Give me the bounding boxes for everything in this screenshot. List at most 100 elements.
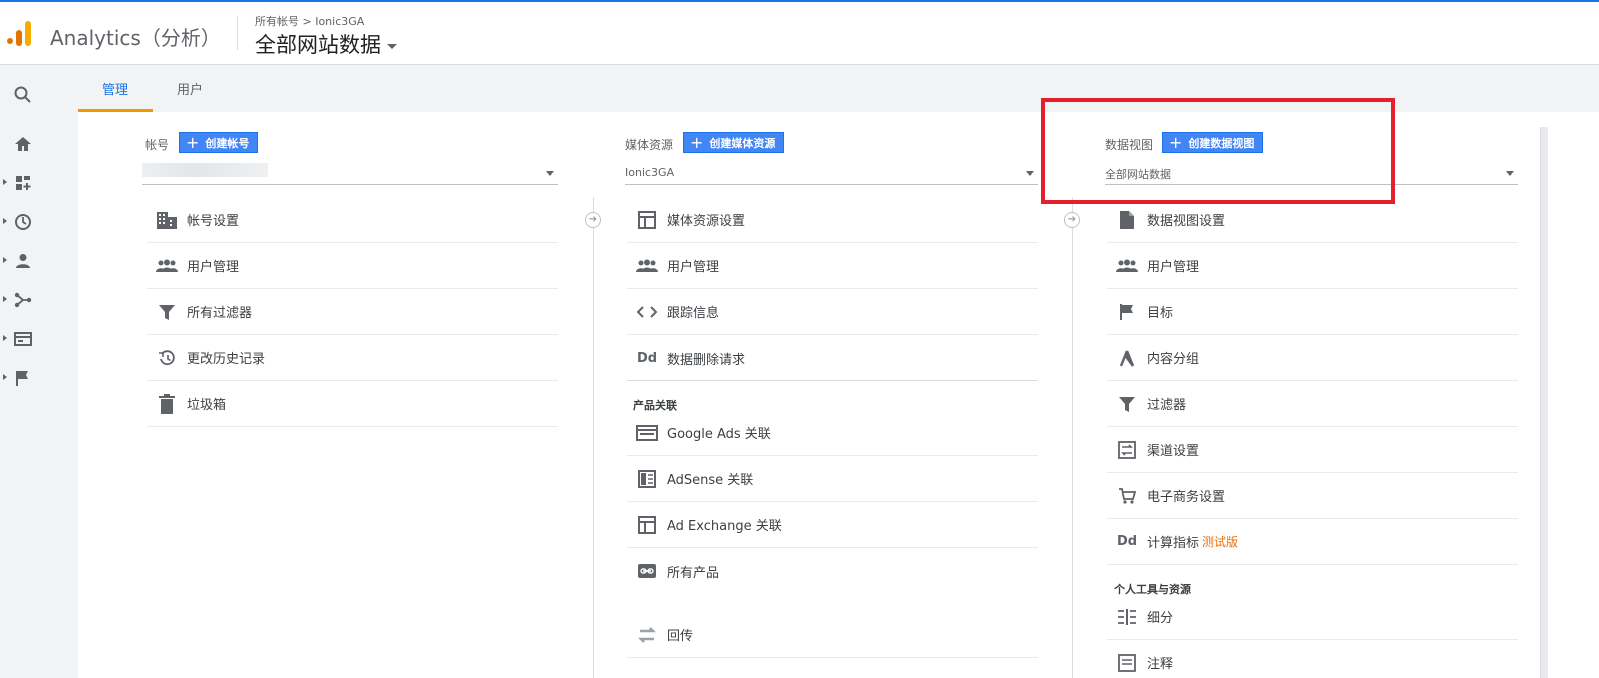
trash-icon [147,393,187,414]
google-ads-linking-item[interactable]: Google Ads 关联 [627,410,1038,456]
ecommerce-settings-item[interactable]: 电子商务设置 [1107,473,1518,519]
adsense-linking-label: AdSense 关联 [667,473,754,488]
expand-arrow-icon[interactable] [3,296,7,302]
all-filters-item[interactable]: 所有过滤器 [147,289,558,335]
scrollbar[interactable] [1540,127,1548,678]
app-title: Analytics（分析） [50,26,221,50]
analytics-logo-icon[interactable] [6,19,34,47]
goals-item[interactable]: 目标 [1107,289,1518,335]
google-ads-linking-label: Google Ads 关联 [667,427,771,442]
tracking-info-item[interactable]: 跟踪信息 [627,289,1038,335]
view-settings-label: 数据视图设置 [1147,214,1226,229]
layout-icon [627,210,667,230]
expand-arrow-icon[interactable] [3,257,7,263]
arrow-right-icon: ➔ [1064,212,1080,228]
content-grouping-item[interactable]: 内容分组 [1107,335,1518,381]
plus-icon: + [690,132,704,152]
dd-icon: Dd [636,350,658,366]
annotations-item[interactable]: 注释 [1107,640,1518,678]
arrow-right-icon: ➔ [585,212,601,228]
ads-icon [627,423,667,443]
all-products-label: 所有产品 [667,565,720,581]
channel-settings-item[interactable]: 渠道设置 [1107,427,1518,473]
document-icon [1107,210,1147,230]
property-settings-item[interactable]: 媒体资源设置 [627,197,1038,243]
search-icon[interactable] [13,85,33,105]
all-filters-label: 所有过滤器 [187,306,253,321]
annotations-label: 注释 [1147,657,1174,672]
behavior-icon[interactable] [13,329,33,349]
all-products-item[interactable]: 所有产品 [627,548,1038,594]
clock-icon[interactable] [13,212,33,232]
chevron-down-icon [387,43,397,49]
expand-arrow-icon[interactable] [3,335,7,341]
view-user-management-item[interactable]: 用户管理 [1107,243,1518,289]
column-separator [1072,197,1073,678]
adexchange-icon [627,515,667,535]
column-separator [593,197,594,678]
expand-arrow-icon[interactable] [3,218,7,224]
app-header: Analytics（分析） 所有帐号 > Ionic3GA 全部网站数据 [0,2,1599,65]
dashboard-icon[interactable] [13,173,33,193]
property-settings-label: 媒体资源设置 [667,214,746,229]
account-settings-item[interactable]: 帐号设置 [147,197,558,243]
trash-label: 垃圾箱 [187,398,227,413]
code-icon [627,302,667,322]
change-history-label: 更改历史记录 [187,352,266,367]
data-deletion-item[interactable]: Dd 数据删除请求 [627,335,1038,381]
segments-label: 细分 [1147,611,1174,626]
flag-icon[interactable] [13,368,33,388]
annotation-icon [1107,653,1147,673]
create-account-button[interactable]: + 创建帐号 [179,132,259,153]
ecommerce-settings-label: 电子商务设置 [1147,490,1226,505]
filters-item[interactable]: 过滤器 [1107,381,1518,427]
account-select[interactable] [142,161,558,185]
expand-arrow-icon[interactable] [3,374,7,380]
filter-icon [1107,394,1147,414]
account-user-management-item[interactable]: 用户管理 [147,243,558,289]
beta-badge: 测试版 [1202,535,1239,549]
breadcrumb[interactable]: 所有帐号 > Ionic3GA [255,13,364,29]
ad-exchange-linking-item[interactable]: Ad Exchange 关联 [627,502,1038,548]
chevron-down-icon [1026,171,1034,176]
history-icon [147,348,187,368]
view-selector[interactable]: 全部网站数据 [255,29,397,59]
calculated-metrics-item[interactable]: Dd 计算指标 测试版 [1107,519,1518,565]
account-name-redacted [142,163,268,177]
chevron-down-icon [1506,171,1514,176]
account-label: 帐号 [145,138,170,152]
filters-label: 过滤器 [1147,398,1187,413]
grouping-icon [1107,348,1147,368]
tab-admin[interactable]: 管理 [102,79,128,98]
property-user-management-item[interactable]: 用户管理 [627,243,1038,289]
postback-item[interactable]: 回传 [627,612,1038,658]
create-property-button[interactable]: + 创建媒体资源 [683,132,785,153]
tracking-info-label: 跟踪信息 [667,306,720,321]
property-user-management-label: 用户管理 [667,260,720,275]
acquisition-icon[interactable] [13,290,33,310]
person-icon[interactable] [13,251,33,271]
account-settings-label: 帐号设置 [187,214,240,229]
segments-icon [1107,607,1147,627]
adsense-icon [627,469,667,489]
users-icon [1107,256,1147,276]
dd-icon: Dd [1116,534,1138,549]
trash-item[interactable]: 垃圾箱 [147,381,558,427]
change-history-item[interactable]: 更改历史记录 [147,335,558,381]
channel-settings-label: 渠道设置 [1147,444,1200,459]
home-icon[interactable] [13,134,33,154]
segments-item[interactable]: 细分 [1107,594,1518,640]
property-select[interactable]: Ionic3GA [625,161,1038,185]
cart-icon [1107,486,1147,506]
goals-label: 目标 [1147,306,1174,321]
data-deletion-label: 数据删除请求 [667,352,746,368]
create-account-label: 创建帐号 [205,136,250,150]
property-select-value: Ionic3GA [625,166,675,179]
account-user-management-label: 用户管理 [187,260,240,275]
tab-users[interactable]: 用户 [177,79,203,98]
adsense-linking-item[interactable]: AdSense 关联 [627,456,1038,502]
filter-icon [147,302,187,322]
users-icon [147,256,187,276]
expand-arrow-icon[interactable] [3,179,7,185]
plus-icon: + [186,132,200,152]
